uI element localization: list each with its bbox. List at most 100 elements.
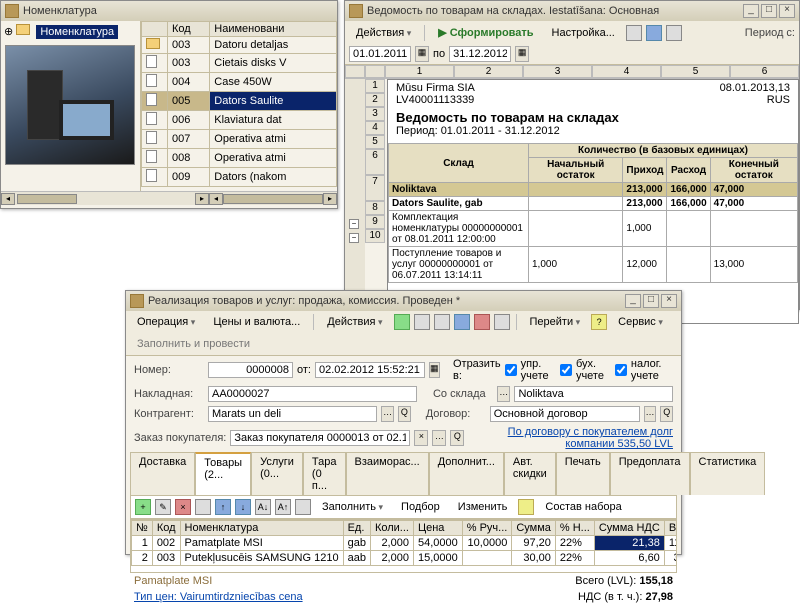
col-unit[interactable]: Ед. bbox=[343, 521, 370, 536]
col-sum[interactable]: Сумма bbox=[512, 521, 556, 536]
add-icon[interactable]: + bbox=[135, 499, 151, 515]
tab[interactable]: Дополнит... bbox=[429, 452, 504, 495]
tool-icon[interactable] bbox=[646, 25, 662, 41]
order-input[interactable] bbox=[230, 430, 410, 446]
table-row[interactable]: 009Dators (nakom bbox=[142, 168, 337, 187]
date-picker-icon[interactable]: ▦ bbox=[515, 46, 529, 62]
clear-icon[interactable]: × bbox=[414, 430, 428, 446]
kit-button[interactable]: Состав набора bbox=[538, 498, 628, 516]
col-man[interactable]: % Руч... bbox=[462, 521, 512, 536]
edit-icon[interactable]: ✎ bbox=[155, 499, 171, 515]
tool-icon[interactable] bbox=[666, 25, 682, 41]
scroll-thumb[interactable] bbox=[17, 194, 77, 204]
tab[interactable]: Товары (2... bbox=[195, 452, 251, 495]
tab[interactable]: Услуги (0... bbox=[251, 452, 303, 495]
tab[interactable]: Взаиморас... bbox=[346, 452, 429, 495]
report-row[interactable]: Поступление товаров и услуг 00000000001 … bbox=[389, 247, 798, 283]
table-row[interactable]: 008Operativa atmi bbox=[142, 149, 337, 168]
tool-icon[interactable] bbox=[414, 314, 430, 330]
scroll-thumb2[interactable] bbox=[223, 194, 323, 204]
fill-menu[interactable]: Заполнить bbox=[315, 498, 390, 516]
table-row[interactable]: 007Operativa atmi bbox=[142, 130, 337, 149]
change-button[interactable]: Изменить bbox=[451, 498, 515, 516]
delete-icon[interactable]: × bbox=[175, 499, 191, 515]
date-from-input[interactable] bbox=[349, 46, 411, 62]
contract-input[interactable] bbox=[490, 406, 640, 422]
maximize-button[interactable]: □ bbox=[643, 294, 659, 308]
maximize-button[interactable]: □ bbox=[761, 4, 777, 18]
minimize-button[interactable]: _ bbox=[743, 4, 759, 18]
date-input[interactable] bbox=[315, 362, 425, 378]
tab[interactable]: Тара (0 п... bbox=[303, 452, 346, 495]
col-vat[interactable]: % Н... bbox=[555, 521, 594, 536]
tab[interactable]: Печать bbox=[556, 452, 610, 495]
tool-icon[interactable] bbox=[626, 25, 642, 41]
help-icon[interactable]: ? bbox=[591, 314, 607, 330]
acct-checkbox[interactable] bbox=[560, 364, 572, 376]
invoice-input[interactable] bbox=[208, 386, 417, 402]
collapse-button[interactable]: − bbox=[349, 233, 359, 243]
mgmt-checkbox[interactable] bbox=[505, 364, 517, 376]
credit-link[interactable]: По договору с покупателем долг компании … bbox=[508, 426, 673, 450]
report-row[interactable]: Dators Saulite, gab213,000166,00047,000 bbox=[389, 197, 798, 211]
collapse-button[interactable]: − bbox=[349, 219, 359, 229]
open-icon[interactable]: Q bbox=[398, 406, 411, 422]
fill-post-button[interactable]: Заполнить и провести bbox=[130, 335, 257, 353]
close-button[interactable]: × bbox=[779, 4, 795, 18]
open-icon[interactable]: Q bbox=[450, 430, 464, 446]
col-vatsum[interactable]: Сумма НДС bbox=[594, 521, 664, 536]
warehouse-input[interactable] bbox=[514, 386, 673, 402]
contragent-input[interactable] bbox=[208, 406, 377, 422]
col-name[interactable]: Наименовани bbox=[210, 22, 337, 37]
date-to-input[interactable] bbox=[449, 46, 511, 62]
report-row[interactable]: Комплектация номенклатуры 00000000001 от… bbox=[389, 211, 798, 247]
scroll-right-icon[interactable]: ▸ bbox=[195, 193, 209, 205]
form-button[interactable]: ▶ Сформировать bbox=[431, 23, 540, 42]
expand-icon[interactable]: ⊕ bbox=[4, 26, 13, 38]
report-row[interactable]: Noliktava213,000166,00047,000 bbox=[389, 183, 798, 197]
tax-checkbox[interactable] bbox=[615, 364, 627, 376]
table-row[interactable]: 003Datoru detaljas bbox=[142, 37, 337, 54]
tool-icon[interactable] bbox=[295, 499, 311, 515]
kit-icon[interactable] bbox=[518, 499, 534, 515]
tab[interactable]: Доставка bbox=[130, 452, 195, 495]
tool-icon[interactable] bbox=[195, 499, 211, 515]
minimize-button[interactable]: _ bbox=[625, 294, 641, 308]
sort-asc-icon[interactable]: A↓ bbox=[255, 499, 271, 515]
date-picker-icon[interactable]: ▦ bbox=[429, 362, 440, 378]
scroll-left-icon[interactable]: ◂ bbox=[1, 193, 15, 205]
service-menu[interactable]: Сервис bbox=[611, 313, 670, 331]
open-icon[interactable]: Q bbox=[660, 406, 673, 422]
col-nom[interactable]: Номенклатура bbox=[180, 521, 343, 536]
actions-menu[interactable]: Действия bbox=[349, 24, 418, 42]
settings-button[interactable]: Настройка... bbox=[545, 24, 622, 42]
select-icon[interactable]: … bbox=[381, 406, 394, 422]
col-n[interactable]: № bbox=[132, 521, 153, 536]
tool-icon[interactable] bbox=[434, 314, 450, 330]
items-grid[interactable]: № Код Номенклатура Ед. Коли... Цена % Ру… bbox=[131, 520, 677, 566]
select-button[interactable]: Подбор bbox=[394, 498, 447, 516]
table-row[interactable]: 005Dators Saulite bbox=[142, 92, 337, 111]
scroll-right2-icon[interactable]: ▸ bbox=[323, 193, 337, 205]
col-code[interactable]: Код bbox=[152, 521, 180, 536]
tool-icon[interactable] bbox=[494, 314, 510, 330]
select-icon[interactable]: … bbox=[644, 406, 657, 422]
select-icon[interactable]: … bbox=[497, 386, 511, 402]
select-icon[interactable]: … bbox=[432, 430, 446, 446]
col-code[interactable]: Код bbox=[168, 22, 210, 37]
table-row[interactable]: 1002Pamatplate MSIgab2,00054,000010,0000… bbox=[132, 536, 678, 551]
tree-row[interactable]: ⊕ Номенклатура bbox=[1, 21, 140, 41]
tool-icon[interactable] bbox=[474, 314, 490, 330]
col-price[interactable]: Цена bbox=[413, 521, 462, 536]
prices-button[interactable]: Цены и валюта... bbox=[206, 313, 307, 331]
tab[interactable]: Предоплата bbox=[610, 452, 690, 495]
scrollbar[interactable]: ◂ ▸ ◂ ▸ bbox=[1, 191, 337, 205]
goto-menu[interactable]: Перейти bbox=[523, 313, 588, 331]
nomenclature-grid[interactable]: КодНаименовани 003Datoru detaljas003Ciet… bbox=[141, 21, 337, 187]
operation-menu[interactable]: Операция bbox=[130, 313, 202, 331]
scroll-left2-icon[interactable]: ◂ bbox=[209, 193, 223, 205]
table-row[interactable]: 003Cietais disks V bbox=[142, 54, 337, 73]
tab[interactable]: Статистика bbox=[690, 452, 766, 495]
table-row[interactable]: 004Case 450W bbox=[142, 73, 337, 92]
close-button[interactable]: × bbox=[661, 294, 677, 308]
